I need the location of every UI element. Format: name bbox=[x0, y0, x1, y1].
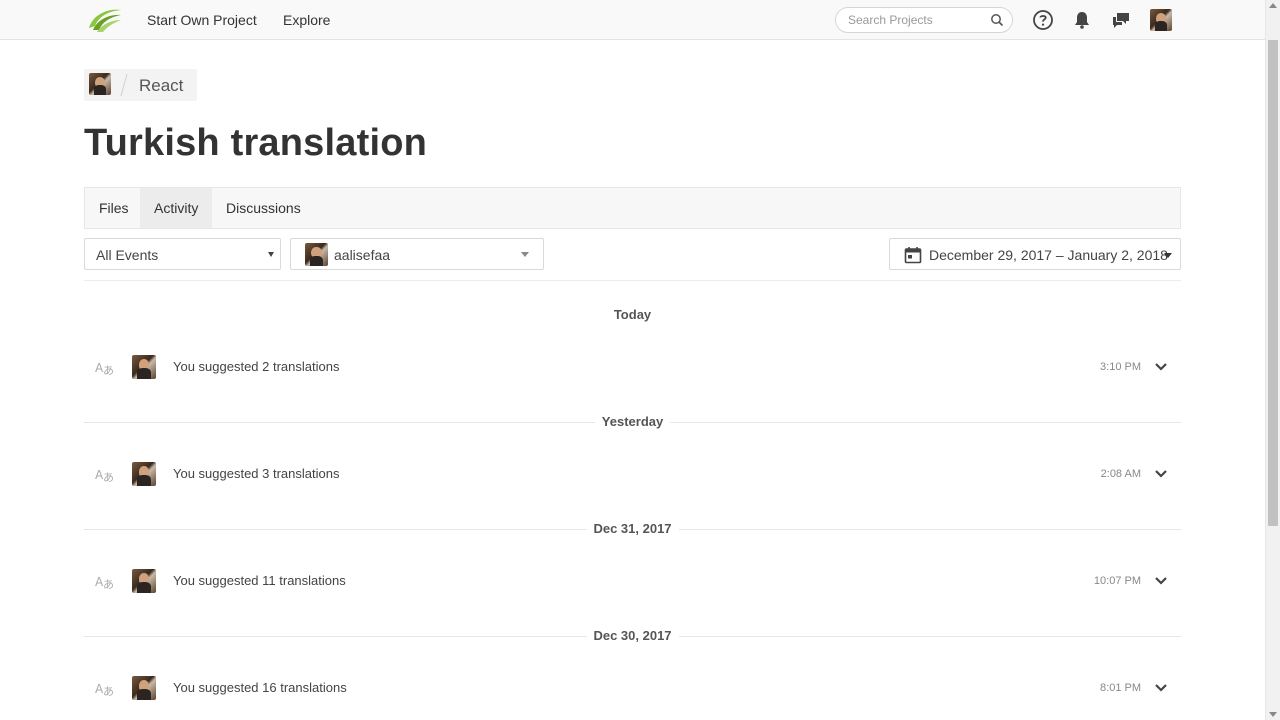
tab-bar: Files Activity Discussions bbox=[84, 187, 1181, 229]
search-box[interactable] bbox=[835, 7, 1013, 33]
event-type-select[interactable]: All Events bbox=[84, 238, 281, 270]
chevron-down-icon[interactable] bbox=[1153, 360, 1169, 374]
start-own-project-link[interactable]: Start Own Project bbox=[147, 12, 257, 28]
messages-icon[interactable] bbox=[1110, 9, 1132, 31]
date-range-value: December 29, 2017 – January 2, 2018 bbox=[929, 247, 1168, 263]
breadcrumb-separator-icon bbox=[120, 73, 128, 97]
calendar-icon bbox=[904, 247, 922, 264]
project-owner-avatar[interactable] bbox=[89, 73, 111, 95]
logo-icon[interactable] bbox=[87, 6, 123, 34]
search-input[interactable] bbox=[848, 13, 988, 27]
divider bbox=[84, 280, 1181, 281]
day-label: Dec 30, 2017 bbox=[586, 628, 679, 643]
translate-icon: A あ bbox=[95, 468, 114, 483]
bell-icon[interactable] bbox=[1071, 9, 1093, 31]
day-header-dec-31: Dec 31, 2017 bbox=[84, 521, 1181, 537]
activity-item[interactable]: A あ You suggested 16 translations 8:01 P… bbox=[84, 676, 1181, 700]
tab-discussions[interactable]: Discussions bbox=[212, 188, 315, 228]
scroll-thumb[interactable] bbox=[1268, 40, 1278, 526]
breadcrumb-project-link[interactable]: React bbox=[139, 76, 183, 96]
selected-user-avatar bbox=[305, 243, 328, 266]
top-navbar: Start Own Project Explore bbox=[0, 0, 1265, 40]
chevron-down-icon[interactable] bbox=[1153, 467, 1169, 481]
chevron-down-icon bbox=[521, 252, 529, 257]
svg-text:あ: あ bbox=[103, 685, 114, 697]
translate-icon: A あ bbox=[95, 575, 114, 590]
activity-item[interactable]: A あ You suggested 3 translations 2:08 AM bbox=[84, 462, 1181, 486]
user-avatar[interactable] bbox=[1150, 9, 1172, 31]
scroll-down-arrow-icon[interactable] bbox=[1269, 712, 1277, 717]
selected-user-name: aalisefaa bbox=[334, 247, 391, 263]
day-header-dec-30: Dec 30, 2017 bbox=[84, 628, 1181, 644]
activity-text: You suggested 2 translations bbox=[173, 359, 340, 374]
activity-text: You suggested 16 translations bbox=[173, 680, 347, 695]
user-select[interactable]: aalisefaa bbox=[290, 238, 544, 270]
activity-time: 8:01 PM bbox=[1100, 682, 1141, 694]
page-scrollbar[interactable] bbox=[1265, 0, 1280, 720]
event-type-value: All Events bbox=[96, 247, 159, 263]
tab-files[interactable]: Files bbox=[85, 188, 143, 228]
translate-icon: A あ bbox=[95, 682, 114, 697]
day-label: Today bbox=[606, 307, 659, 322]
scroll-up-arrow-icon[interactable] bbox=[1269, 3, 1277, 8]
date-range-picker[interactable]: December 29, 2017 – January 2, 2018 bbox=[889, 238, 1181, 270]
svg-text:あ: あ bbox=[103, 471, 114, 483]
translate-icon: A あ bbox=[95, 361, 114, 376]
breadcrumb: React bbox=[84, 69, 197, 101]
activity-text: You suggested 11 translations bbox=[173, 573, 346, 588]
day-label: Yesterday bbox=[594, 414, 671, 429]
chevron-down-icon[interactable] bbox=[1153, 574, 1169, 588]
select-caret-icon bbox=[268, 252, 274, 257]
activity-text: You suggested 3 translations bbox=[173, 466, 340, 481]
page-title: Turkish translation bbox=[84, 122, 428, 164]
tab-activity[interactable]: Activity bbox=[140, 188, 213, 228]
user-avatar[interactable] bbox=[132, 462, 156, 486]
caret-down-icon bbox=[1164, 253, 1172, 258]
activity-time: 3:10 PM bbox=[1100, 361, 1141, 373]
day-header-today: Today bbox=[84, 307, 1181, 323]
activity-time: 10:07 PM bbox=[1093, 575, 1141, 587]
user-avatar[interactable] bbox=[132, 355, 156, 379]
svg-text:あ: あ bbox=[103, 364, 114, 376]
day-header-yesterday: Yesterday bbox=[84, 414, 1181, 430]
search-icon[interactable] bbox=[990, 13, 1004, 27]
user-avatar[interactable] bbox=[132, 569, 156, 593]
day-label: Dec 31, 2017 bbox=[586, 521, 679, 536]
activity-time: 2:08 AM bbox=[1100, 468, 1141, 480]
svg-text:あ: あ bbox=[103, 578, 114, 590]
chevron-down-icon[interactable] bbox=[1153, 681, 1169, 695]
activity-item[interactable]: A あ You suggested 11 translations 10:07 … bbox=[84, 569, 1181, 593]
help-icon[interactable] bbox=[1032, 9, 1054, 31]
explore-link[interactable]: Explore bbox=[283, 12, 330, 28]
user-avatar[interactable] bbox=[132, 676, 156, 700]
activity-item[interactable]: A あ You suggested 2 translations 3:10 PM bbox=[84, 355, 1181, 379]
